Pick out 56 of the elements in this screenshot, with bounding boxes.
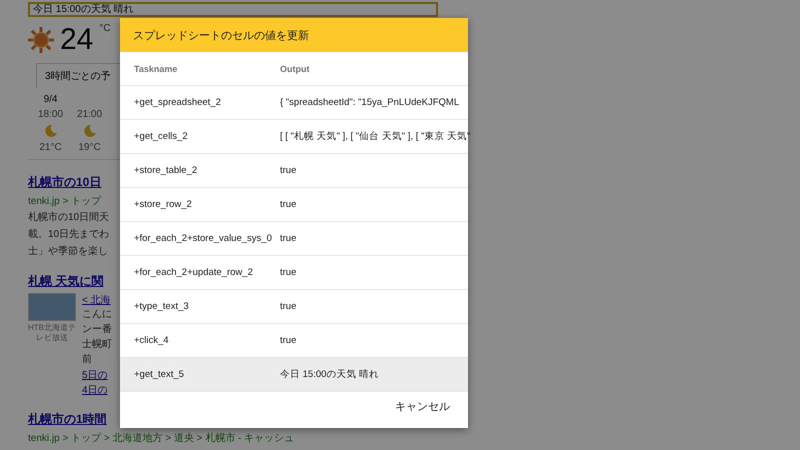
result-title-link[interactable]: 札幌 天気に関 — [28, 273, 112, 290]
video-thumbnail-placeholder[interactable] — [28, 293, 76, 321]
table-row[interactable]: +type_text_3 true — [120, 290, 468, 324]
result-title-link[interactable]: 札幌市の10日 — [28, 174, 110, 191]
task-name: +get_spreadsheet_2 — [134, 97, 222, 108]
video-description: 士幌町 — [82, 338, 112, 352]
task-output: [ [ "札幌 天気" ], [ "仙台 天気" ], [ "東京 天気" — [280, 130, 470, 143]
table-row[interactable]: +get_spreadsheet_2 { "spreadsheetId": "15ya_PnLUdeKJFQML — [120, 86, 468, 120]
video-source: HTB北海道テレビ放送 — [28, 323, 76, 343]
forecast-temperature: 19°C — [78, 142, 101, 153]
result-snippet: 札幌市の10日間天 — [28, 211, 110, 225]
highlighted-text: 今日 15:00の天気 晴れ — [28, 2, 438, 17]
dialog-title: スプレッドシートのセルの値を更新 — [120, 18, 468, 52]
table-row[interactable]: +store_table_2 true — [120, 154, 468, 188]
task-output: true — [280, 267, 298, 278]
table-row[interactable]: +click_4 true — [120, 324, 468, 358]
video-description: ンー番 — [82, 323, 112, 337]
task-name: +store_table_2 — [134, 165, 198, 176]
temperature-unit: °C — [99, 23, 111, 34]
forecast-date: 9/4 — [44, 94, 58, 105]
result-breadcrumb: tenki.jp > トップ > 北海道地方 > 道央 > 札幌市 - キャッシュ — [28, 432, 294, 445]
task-name: +get_cells_2 — [134, 131, 189, 142]
related-link[interactable]: 5日の — [82, 368, 112, 382]
result-snippet: 載。10日先までわ — [28, 228, 110, 242]
table-row[interactable]: +for_each_2+store_value_sys_0 true — [120, 222, 468, 256]
forecast-temperature: 21°C — [39, 142, 62, 153]
task-output: true — [280, 233, 298, 244]
task-output: true — [280, 335, 298, 346]
table-row[interactable]: +store_row_2 true — [120, 188, 468, 222]
forecast-time: 18:00 — [38, 109, 64, 120]
sun-icon — [28, 27, 54, 53]
column-header: Output — [280, 64, 310, 74]
result-breadcrumb: tenki.jp > トップ — [28, 194, 102, 208]
task-name: +click_4 — [134, 335, 170, 346]
moon-icon — [82, 124, 97, 138]
task-output: true — [280, 199, 298, 210]
task-output: { "spreadsheetId": "15ya_PnLUdeKJFQML — [280, 97, 460, 108]
task-name: +get_text_5 — [134, 369, 185, 380]
video-description: こんに — [82, 308, 112, 322]
task-name: +for_each_2+store_value_sys_0 — [134, 233, 273, 244]
task-name: +for_each_2+update_row_2 — [134, 267, 254, 278]
table-row[interactable]: +get_cells_2 [ [ "札幌 天気" ], [ "仙台 天気" ], [ "東京 天気" — [120, 120, 468, 154]
task-output: true — [280, 165, 298, 176]
task-output: 今日 15:00の天気 晴れ — [280, 368, 380, 381]
moon-icon — [44, 124, 58, 138]
result-snippet: 士」や季節を楽し — [28, 245, 109, 259]
table-row[interactable]: +for_each_2+update_row_2 true — [120, 256, 468, 290]
related-link[interactable]: 4日の — [82, 383, 112, 397]
task-name: +store_row_2 — [134, 199, 193, 210]
video-link[interactable]: < 北海 — [82, 293, 112, 307]
task-name: +type_text_3 — [134, 301, 190, 312]
table-row[interactable]: +get_text_5 今日 15:00の天気 晴れ — [120, 358, 468, 392]
task-output: true — [280, 301, 298, 312]
video-description: 前 — [82, 353, 93, 367]
temperature: 24 — [60, 23, 94, 57]
forecast-time: 21:00 — [77, 109, 102, 120]
